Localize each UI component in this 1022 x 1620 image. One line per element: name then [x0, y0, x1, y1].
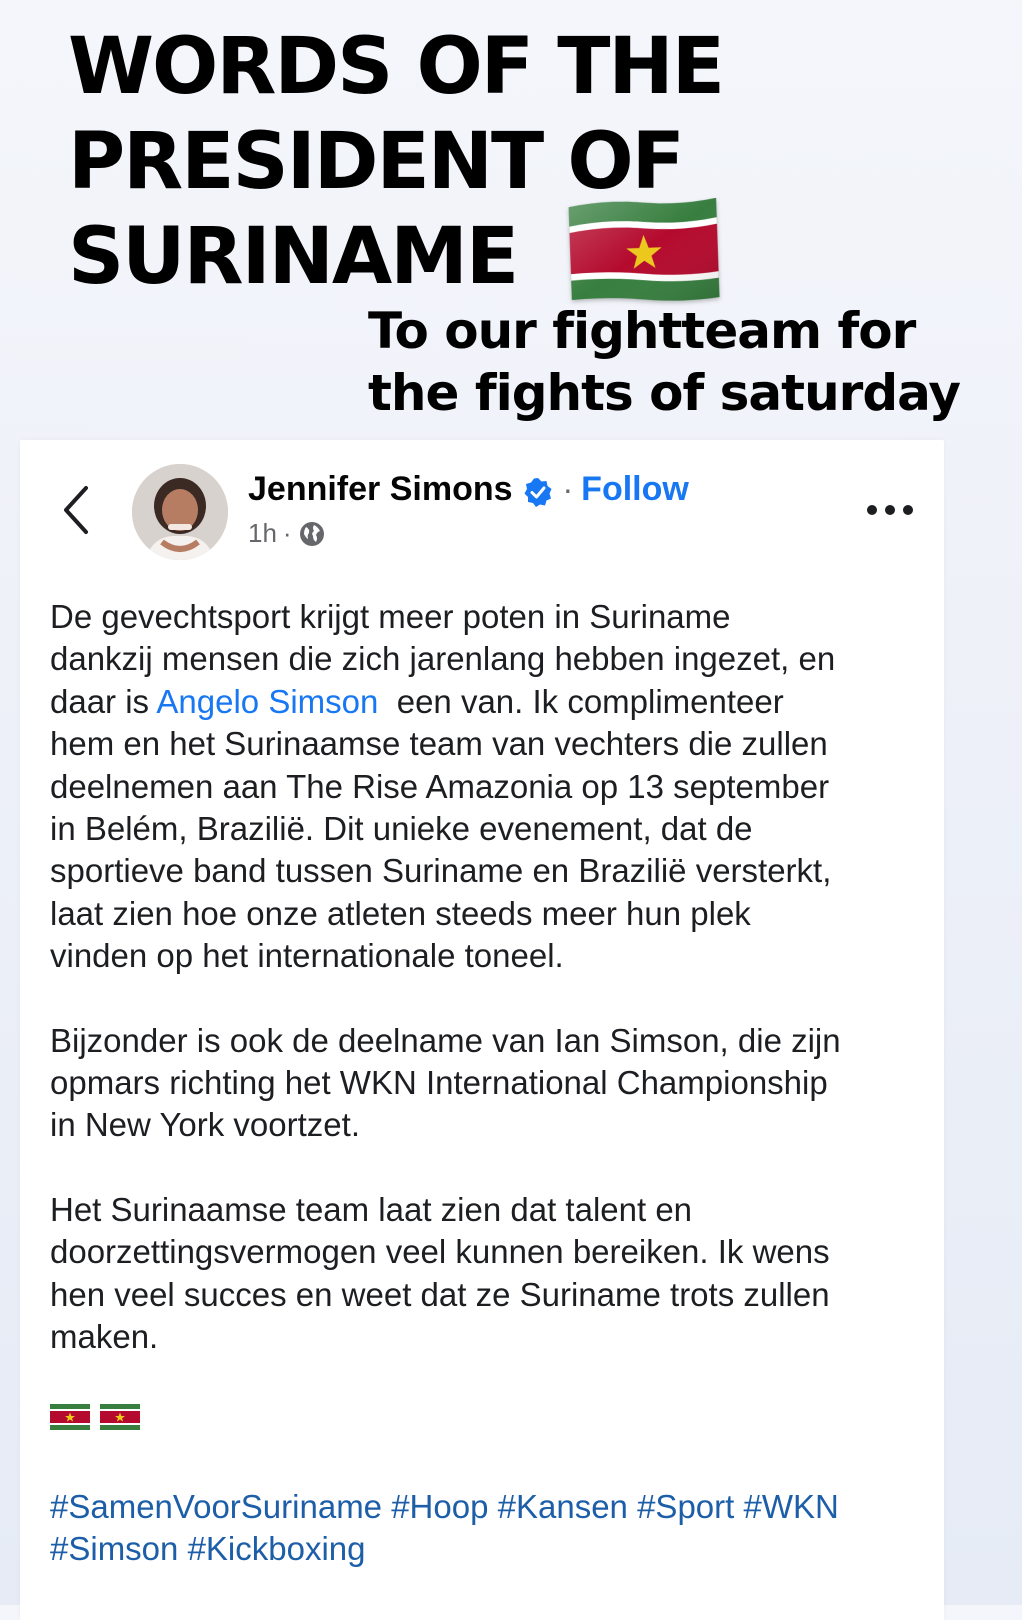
hashtag-link[interactable]: #Kansen	[498, 1488, 628, 1525]
body-line: laat zien hoe onze atleten steeds meer h…	[50, 894, 751, 932]
avatar[interactable]	[132, 464, 228, 560]
post-card: Jennifer Simons · Follow 1h · De gevecht…	[20, 440, 944, 1620]
hashtag-link[interactable]: #Simson	[50, 1530, 178, 1567]
post-meta: 1h ·	[248, 518, 326, 549]
suriname-flag-icon	[50, 1404, 90, 1430]
body-line: dankzij mensen die zich jarenlang hebben…	[50, 640, 836, 678]
more-dots-icon[interactable]	[862, 498, 918, 522]
body-line: Bijzonder is ook de deelname van Ian Sim…	[50, 1021, 841, 1059]
post-paragraph: Bijzonder is ook de deelname van Ian Sim…	[50, 1020, 930, 1147]
body-line: hen veel succes en weet dat ze Suriname …	[50, 1275, 830, 1313]
subheadline-line: To our fightteam for	[368, 302, 916, 360]
subheadline-line: the fights of saturday	[368, 364, 961, 422]
hashtag-link[interactable]: #Kickboxing	[188, 1530, 366, 1567]
body-text: een van. Ik complimenteer	[378, 682, 784, 720]
body-line: sportieve band tussen Suriname en Brazil…	[50, 852, 832, 890]
post-body: De gevechtsport krijgt meer poten in Sur…	[50, 596, 930, 1359]
headline-line: WORDS OF THE	[68, 22, 725, 112]
suriname-flag-icon	[100, 1404, 140, 1430]
body-line: doorzettingsvermogen veel kunnen bereike…	[50, 1233, 830, 1271]
hashtag-link[interactable]: #Hoop	[391, 1488, 488, 1525]
author-line: Jennifer Simons · Follow	[248, 470, 689, 509]
author-name[interactable]: Jennifer Simons	[248, 470, 513, 509]
body-line: in New York voortzet.	[50, 1106, 360, 1144]
body-line: vinden op het internationale toneel.	[50, 937, 564, 975]
body-text: daar is	[50, 682, 157, 720]
hashtags: #SamenVoorSuriname #Hoop #Kansen #Sport …	[50, 1486, 930, 1570]
body-line: deelnemen aan The Rise Amazonia op 13 se…	[50, 767, 830, 805]
suriname-flag-icon	[568, 197, 720, 301]
hashtag-link[interactable]: #Sport	[637, 1488, 734, 1525]
body-line: in Belém, Brazilië. Dit unieke evenement…	[50, 810, 753, 848]
hashtag-row: #SamenVoorSuriname #Hoop #Kansen #Sport …	[50, 1486, 930, 1528]
mention-link[interactable]: Angelo Simson	[156, 683, 378, 720]
follow-button[interactable]: Follow	[581, 470, 689, 509]
body-line: maken.	[50, 1318, 159, 1356]
post-timestamp[interactable]: 1h	[248, 518, 277, 549]
body-line: Het Surinaamse team laat zien dat talent…	[50, 1190, 693, 1228]
flag-emoji-row	[50, 1404, 140, 1430]
separator-dot: ·	[562, 471, 574, 507]
avatar-photo	[132, 464, 228, 560]
chevron-left-icon[interactable]	[58, 482, 98, 538]
verified-badge-icon	[524, 477, 552, 507]
post-paragraph: Het Surinaamse team laat zien dat talent…	[50, 1189, 930, 1359]
body-line: daar is Angelo Simson een van. Ik compli…	[50, 681, 930, 723]
body-line: hem en het Surinaamse team van vechters …	[50, 725, 828, 763]
body-line: De gevechtsport krijgt meer poten in Sur…	[50, 598, 731, 635]
meta-separator-dot: ·	[282, 518, 292, 548]
body-line: opmars richting het WKN International Ch…	[50, 1064, 828, 1102]
hashtag-row: #Simson #Kickboxing	[50, 1528, 930, 1570]
hashtag-link[interactable]: #WKN	[743, 1488, 838, 1525]
globe-icon	[299, 521, 324, 546]
post-paragraph: De gevechtsport krijgt meer poten in Sur…	[50, 596, 930, 978]
overlay-subheadline: To our fightteam for the fights of satur…	[368, 300, 961, 424]
hashtag-link[interactable]: #SamenVoorSuriname	[50, 1488, 382, 1525]
